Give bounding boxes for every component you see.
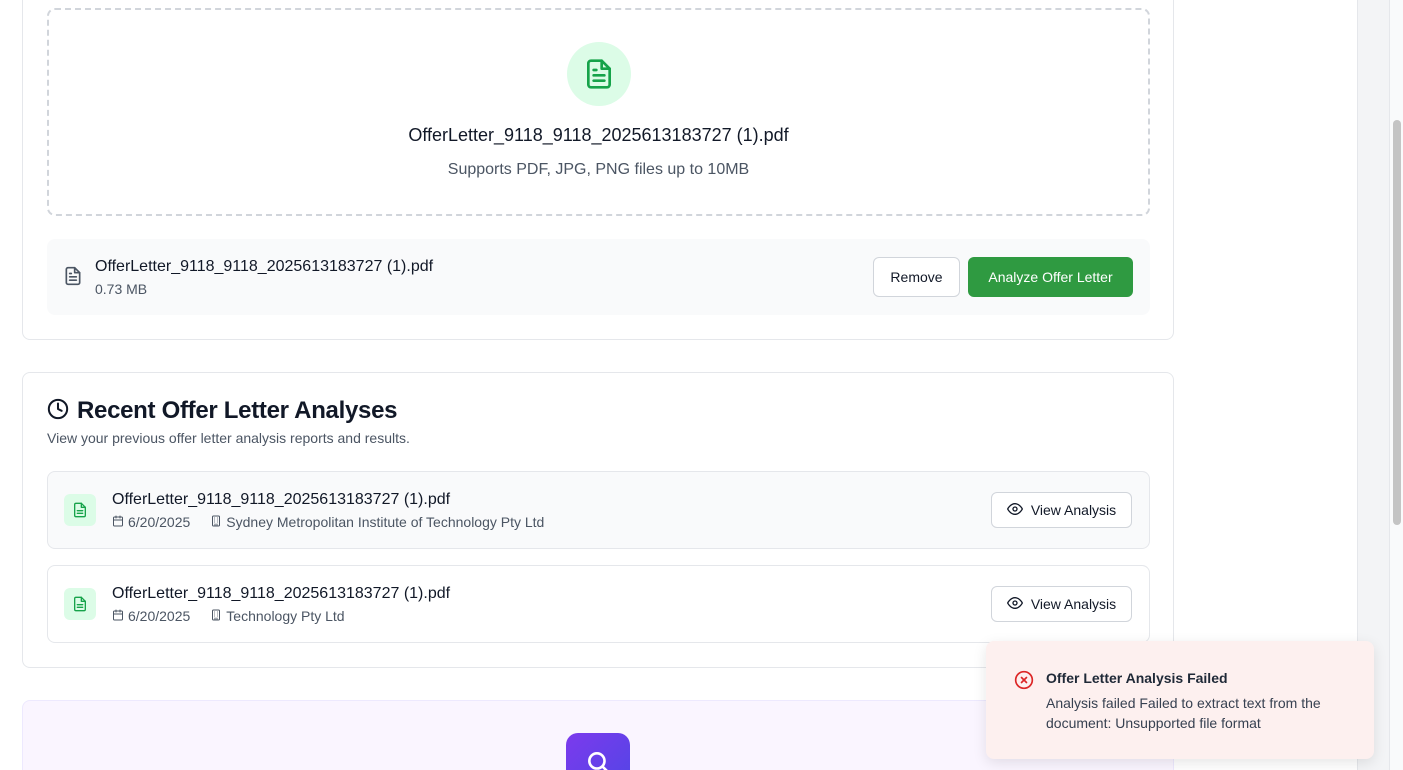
dropzone-hint: Supports PDF, JPG, PNG files up to 10MB <box>447 161 750 178</box>
building-icon <box>210 608 222 624</box>
analysis-date: 6/20/2025 <box>128 608 191 624</box>
analyze-offer-letter-button[interactable]: Analyze Offer Letter <box>968 257 1133 297</box>
dropzone-filename: OfferLetter_9118_9118_2025613183727 (1).… <box>408 125 789 145</box>
analysis-list-item: OfferLetter_9118_9118_2025613183727 (1).… <box>47 565 1150 643</box>
analysis-meta: 6/20/2025 Technology Pty Ltd <box>112 608 345 624</box>
selected-file-name: OfferLetter_9118_9118_2025613183727 (1).… <box>95 258 434 275</box>
eye-icon <box>1006 501 1023 520</box>
scrollbar-thumb[interactable] <box>1393 120 1401 525</box>
toast-message: Analysis failed Failed to extract text f… <box>1046 695 1321 731</box>
error-toast: Offer Letter Analysis Failed Analysis fa… <box>986 641 1374 759</box>
building-icon <box>210 514 222 530</box>
remove-button[interactable]: Remove <box>873 257 960 297</box>
view-analysis-label: View Analysis <box>1030 596 1117 612</box>
calendar-icon <box>112 608 124 624</box>
upload-card: OfferLetter_9118_9118_2025613183727 (1).… <box>22 0 1174 340</box>
selected-file-row: OfferLetter_9118_9118_2025613183727 (1).… <box>47 239 1150 315</box>
recent-analyses-title: Recent Offer Letter Analyses <box>77 397 398 424</box>
analysis-meta: 6/20/2025 Sydney Metropolitan Institute … <box>112 514 544 530</box>
x-circle-icon <box>1014 670 1034 695</box>
analysis-filename: OfferLetter_9118_9118_2025613183727 (1).… <box>112 585 451 602</box>
calendar-icon <box>112 514 124 530</box>
file-text-icon <box>63 266 83 291</box>
file-text-icon <box>64 494 96 526</box>
search-icon <box>566 733 630 770</box>
file-text-icon <box>64 588 96 620</box>
analysis-list-item: OfferLetter_9118_9118_2025613183727 (1).… <box>47 471 1150 549</box>
file-dropzone[interactable]: OfferLetter_9118_9118_2025613183727 (1).… <box>47 8 1150 216</box>
recent-analyses-description: View your previous offer letter analysis… <box>47 430 410 446</box>
file-text-icon <box>567 42 631 106</box>
recent-analyses-card: Recent Offer Letter Analyses View your p… <box>22 372 1174 668</box>
analysis-date: 6/20/2025 <box>128 514 191 530</box>
clock-icon <box>47 398 69 425</box>
view-analysis-button[interactable]: View Analysis <box>991 492 1132 528</box>
analysis-company: Sydney Metropolitan Institute of Technol… <box>226 514 545 530</box>
analysis-company: Technology Pty Ltd <box>226 608 345 624</box>
view-analysis-button[interactable]: View Analysis <box>991 586 1132 622</box>
view-analysis-label: View Analysis <box>1030 502 1117 518</box>
recent-analyses-header: Recent Offer Letter Analyses <box>47 397 397 425</box>
selected-file-size: 0.73 MB <box>95 281 148 297</box>
analysis-filename: OfferLetter_9118_9118_2025613183727 (1).… <box>112 491 451 508</box>
toast-title: Offer Letter Analysis Failed <box>1046 670 1228 686</box>
eye-icon <box>1006 595 1023 614</box>
scrollbar[interactable] <box>1389 0 1403 770</box>
